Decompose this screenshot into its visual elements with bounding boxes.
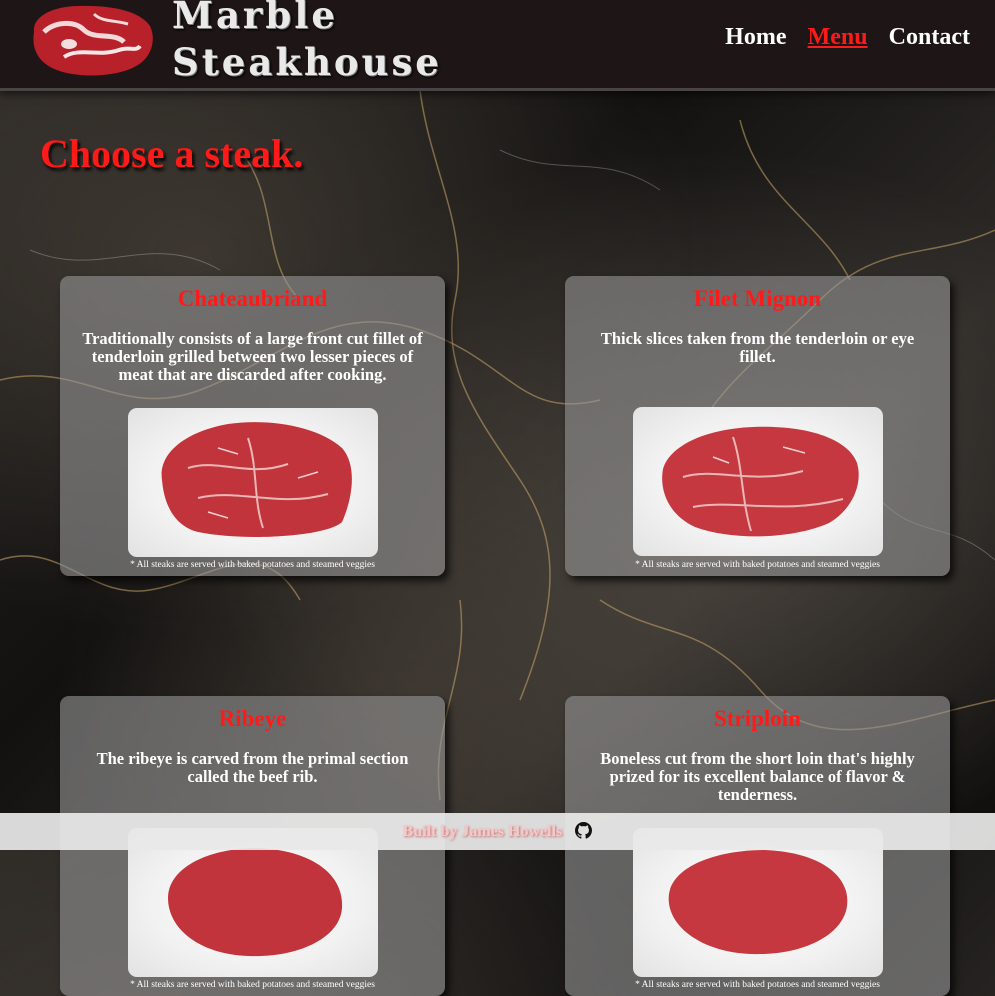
steak-name: Striploin (714, 706, 801, 731)
steak-description: Traditionally consists of a large front … (82, 329, 423, 384)
nav-home-link[interactable]: Home (725, 24, 786, 50)
site-footer: Built by James Howells (0, 813, 995, 850)
page-title: Choose a steak. (40, 131, 304, 176)
steak-card-chateaubriand: Chateaubriand Traditionally consists of … (60, 276, 445, 576)
steak-logo-icon[interactable] (24, 2, 156, 78)
github-icon[interactable] (575, 822, 593, 839)
steak-description: The ribeye is carved from the primal sec… (96, 749, 409, 786)
serving-note: * All steaks are served with baked potat… (635, 980, 880, 990)
steak-photo (128, 408, 378, 557)
steak-name: Ribeye (218, 706, 287, 731)
nav-contact-link[interactable]: Contact (889, 24, 970, 50)
serving-note: * All steaks are served with baked potat… (635, 560, 880, 570)
steak-name: Chateaubriand (177, 286, 328, 311)
brand-name[interactable]: Marble Steakhouse (172, 0, 442, 86)
nav-menu-link[interactable]: Menu (808, 24, 868, 50)
steak-photo (128, 828, 378, 977)
steak-description: Thick slices taken from the tenderloin o… (600, 329, 915, 366)
steak-photo (633, 828, 883, 977)
site-header: Marble Steakhouse Home Menu Contact (0, 0, 995, 91)
steak-name: Filet Mignon (693, 286, 822, 311)
serving-note: * All steaks are served with baked potat… (130, 560, 375, 570)
serving-note: * All steaks are served with baked potat… (130, 980, 375, 990)
steak-description: Boneless cut from the short loin that's … (600, 749, 915, 804)
steak-photo (633, 407, 883, 556)
brand-line-1: Marble (172, 0, 338, 37)
steak-card-filet-mignon: Filet Mignon Thick slices taken from the… (565, 276, 950, 576)
brand-line-2: Steakhouse (172, 40, 442, 84)
author-credit-link[interactable]: Built by James Howells (403, 823, 563, 841)
main-nav: Home Menu Contact (709, 24, 970, 51)
